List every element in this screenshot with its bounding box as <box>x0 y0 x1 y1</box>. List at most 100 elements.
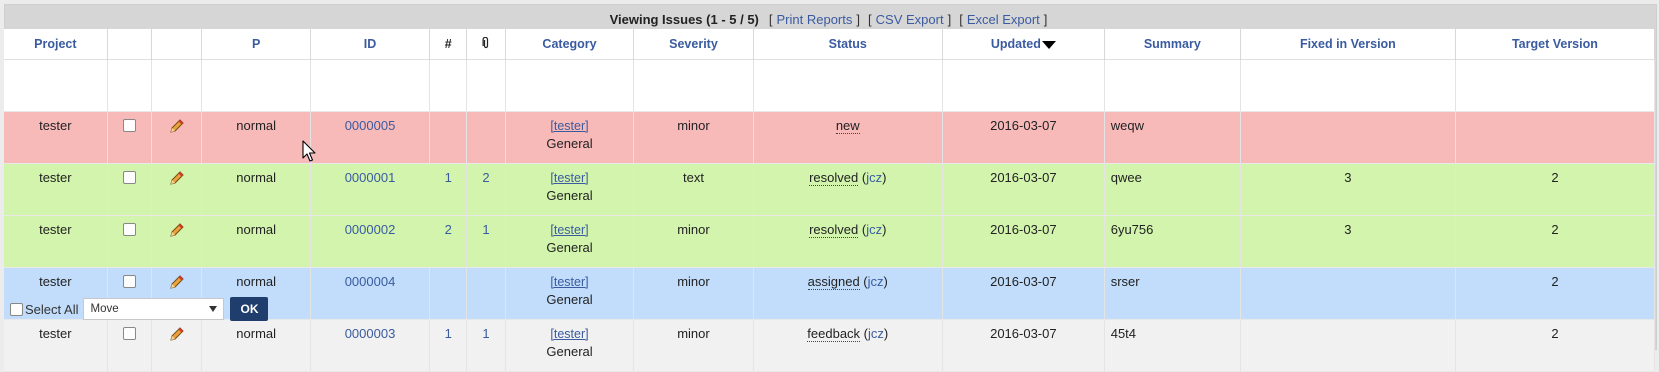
category-project-link[interactable]: [tester] <box>508 223 632 237</box>
cell-project: tester <box>4 111 108 164</box>
pencil-icon[interactable] <box>168 326 185 343</box>
col-id[interactable]: ID <box>310 29 431 60</box>
row-checkbox[interactable] <box>123 119 137 132</box>
status-label: feedback <box>807 326 861 342</box>
cell-severity: minor <box>633 111 754 164</box>
col-severity[interactable]: Severity <box>633 29 754 60</box>
row-checkbox[interactable] <box>123 171 137 184</box>
cell-summary: weqw <box>1104 111 1241 164</box>
col-notes[interactable]: # <box>429 29 468 60</box>
cell-fixed-in-version <box>1240 111 1456 164</box>
cell-target-version <box>1455 111 1656 164</box>
cell-priority: normal <box>201 319 311 372</box>
bulk-action-bar: Select All Move OK <box>4 294 1655 324</box>
cell-summary: 6yu756 <box>1104 215 1241 268</box>
handler-link[interactable]: jcz <box>868 326 884 341</box>
status-label: new <box>835 118 860 134</box>
notes-count-link[interactable]: 2 <box>445 222 452 237</box>
issue-id-link[interactable]: 0000004 <box>345 274 396 289</box>
status-label: resolved <box>809 222 859 238</box>
row-checkbox[interactable] <box>123 327 137 340</box>
col-target-version[interactable]: Target Version <box>1455 29 1656 60</box>
col-attachments[interactable] <box>466 29 506 60</box>
handler-link[interactable]: jcz <box>866 222 882 237</box>
cell-fixed-in-version <box>1240 319 1456 372</box>
cell-project: tester <box>4 319 108 372</box>
col-project[interactable]: Project <box>4 29 108 60</box>
table-row: tester normal 0000002 2 1 [tester] Genera… <box>4 215 1656 268</box>
category-project-link[interactable]: [tester] <box>508 171 632 185</box>
category-name: General <box>546 136 593 151</box>
select-all-label: Select All <box>25 301 79 317</box>
category-name: General <box>546 188 593 203</box>
pencil-icon[interactable] <box>168 274 185 291</box>
cell-severity: text <box>633 163 754 216</box>
cell-target-version: 2 <box>1455 215 1656 268</box>
cell-priority: normal <box>201 215 311 268</box>
table-header-row: Project P ID # Category Severity Status … <box>4 29 1656 60</box>
cell-target-version: 2 <box>1455 319 1656 372</box>
cell-priority: normal <box>201 111 311 164</box>
cell-severity: minor <box>633 215 754 268</box>
category-project-link[interactable]: [tester] <box>508 327 632 341</box>
csv-export-link[interactable]: CSV Export <box>876 12 944 27</box>
table-row: tester normal 0000005 [tester] General mi… <box>4 111 1656 164</box>
cell-summary: 45t4 <box>1104 319 1241 372</box>
category-project-link[interactable]: [tester] <box>508 275 632 289</box>
col-select <box>107 29 153 60</box>
cell-target-version: 2 <box>1455 163 1656 216</box>
attachments-count-link[interactable]: 1 <box>482 222 489 237</box>
status-label: resolved <box>809 170 859 186</box>
notes-count-link[interactable]: 1 <box>445 170 452 185</box>
col-status[interactable]: Status <box>753 29 943 60</box>
excel-export-link[interactable]: Excel Export <box>967 12 1040 27</box>
cell-updated: 2016-03-07 <box>942 111 1105 164</box>
chevron-down-icon <box>209 306 218 312</box>
issue-id-link[interactable]: 0000001 <box>345 170 396 185</box>
cell-fixed-in-version: 3 <box>1240 163 1456 216</box>
status-label: assigned <box>807 274 860 290</box>
cell-updated: 2016-03-07 <box>942 215 1105 268</box>
ok-button[interactable]: OK <box>230 297 269 321</box>
paperclip-icon <box>482 36 489 48</box>
cell-updated: 2016-03-07 <box>942 163 1105 216</box>
row-checkbox[interactable] <box>123 275 137 288</box>
pencil-icon[interactable] <box>168 118 185 135</box>
page-title: Viewing Issues (1 - 5 / 5) <box>609 12 759 27</box>
attachments-count-link[interactable]: 2 <box>482 170 489 185</box>
col-edit <box>151 29 203 60</box>
category-name: General <box>546 240 593 255</box>
attachments-count-link[interactable]: 1 <box>482 326 489 341</box>
col-summary[interactable]: Summary <box>1104 29 1241 60</box>
cell-fixed-in-version: 3 <box>1240 215 1456 268</box>
cell-priority: normal <box>201 163 311 216</box>
col-updated[interactable]: Updated <box>942 29 1105 60</box>
issue-id-link[interactable]: 0000005 <box>345 118 396 133</box>
table-spacer <box>4 59 1656 112</box>
col-priority[interactable]: P <box>201 29 311 60</box>
cell-updated: 2016-03-07 <box>942 319 1105 372</box>
bulk-action-value: Move <box>90 303 119 315</box>
issue-id-link[interactable]: 0000002 <box>345 222 396 237</box>
notes-count-link[interactable]: 1 <box>445 326 452 341</box>
col-category[interactable]: Category <box>505 29 635 60</box>
pencil-icon[interactable] <box>168 170 185 187</box>
table-row: tester normal 0000003 1 1 [tester] Genera… <box>4 319 1656 372</box>
select-all[interactable]: Select All <box>10 302 78 317</box>
cell-project: tester <box>4 215 108 268</box>
sort-desc-icon <box>1041 40 1056 49</box>
pencil-icon[interactable] <box>168 222 185 239</box>
handler-link[interactable]: jcz <box>868 274 884 289</box>
row-checkbox[interactable] <box>123 223 137 236</box>
cell-project: tester <box>4 163 108 216</box>
category-project-link[interactable]: [tester] <box>508 119 632 133</box>
col-fixed-in-version[interactable]: Fixed in Version <box>1240 29 1456 60</box>
bulk-action-select[interactable]: Move <box>83 298 225 320</box>
select-all-checkbox[interactable] <box>10 302 23 316</box>
handler-link[interactable]: jcz <box>866 170 882 185</box>
mouse-cursor-icon <box>302 140 316 162</box>
print-reports-link[interactable]: Print Reports <box>777 12 853 27</box>
issue-id-link[interactable]: 0000003 <box>345 326 396 341</box>
cell-severity: minor <box>633 319 754 372</box>
col-updated-label: Updated <box>990 37 1041 51</box>
